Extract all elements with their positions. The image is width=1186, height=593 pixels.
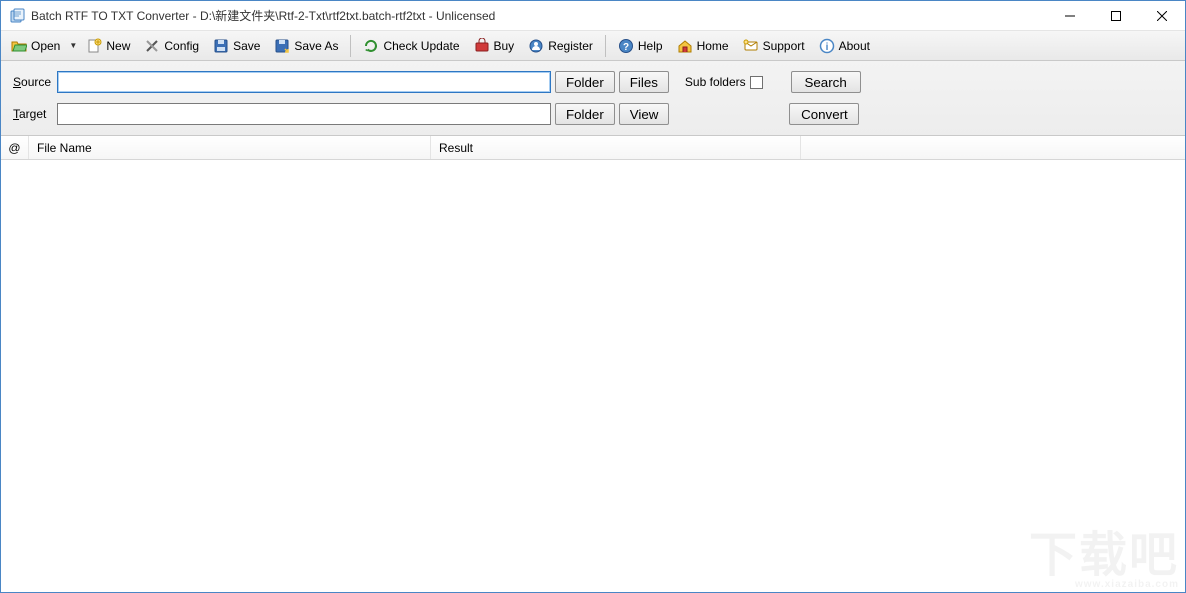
svg-text:?: ? bbox=[623, 42, 629, 53]
app-window: Batch RTF TO TXT Converter - D:\新建文件夹\Rt… bbox=[0, 0, 1186, 593]
open-label: Open bbox=[31, 39, 60, 53]
col-spacer bbox=[801, 136, 1185, 159]
title-bar: Batch RTF TO TXT Converter - D:\新建文件夹\Rt… bbox=[1, 1, 1185, 31]
target-label: Target bbox=[13, 107, 53, 121]
subfolders-label: Sub folders bbox=[685, 75, 746, 89]
config-button[interactable]: Config bbox=[138, 34, 205, 58]
config-label: Config bbox=[164, 39, 199, 53]
new-file-icon bbox=[86, 38, 102, 54]
about-icon: i bbox=[819, 38, 835, 54]
save-button[interactable]: Save bbox=[207, 34, 266, 58]
app-icon bbox=[9, 8, 25, 24]
form-area: Source Folder Files Sub folders Search T… bbox=[1, 61, 1185, 136]
buy-button[interactable]: Buy bbox=[468, 34, 521, 58]
convert-button[interactable]: Convert bbox=[789, 103, 859, 125]
home-label: Home bbox=[697, 39, 729, 53]
about-label: About bbox=[839, 39, 870, 53]
toolbar-separator bbox=[605, 35, 606, 57]
home-icon bbox=[677, 38, 693, 54]
source-folder-button[interactable]: Folder bbox=[555, 71, 615, 93]
save-icon bbox=[213, 38, 229, 54]
col-at[interactable]: @ bbox=[1, 136, 29, 159]
support-button[interactable]: Support bbox=[737, 34, 811, 58]
save-label: Save bbox=[233, 39, 260, 53]
search-button[interactable]: Search bbox=[791, 71, 861, 93]
svg-text:i: i bbox=[825, 42, 828, 53]
register-icon bbox=[528, 38, 544, 54]
source-input[interactable] bbox=[57, 71, 551, 93]
register-button[interactable]: Register bbox=[522, 34, 599, 58]
target-folder-button[interactable]: Folder bbox=[555, 103, 615, 125]
new-label: New bbox=[106, 39, 130, 53]
toolbar: Open ▼ New Config Save Save As bbox=[1, 31, 1185, 61]
buy-label: Buy bbox=[494, 39, 515, 53]
support-icon bbox=[743, 38, 759, 54]
open-folder-icon bbox=[11, 38, 27, 54]
open-dropdown[interactable]: ▼ bbox=[68, 34, 78, 58]
saveas-label: Save As bbox=[294, 39, 338, 53]
checkupdate-label: Check Update bbox=[383, 39, 459, 53]
update-icon bbox=[363, 38, 379, 54]
source-files-button[interactable]: Files bbox=[619, 71, 669, 93]
toolbar-separator bbox=[350, 35, 351, 57]
saveas-icon bbox=[274, 38, 290, 54]
source-label: Source bbox=[13, 75, 53, 89]
config-icon bbox=[144, 38, 160, 54]
col-result[interactable]: Result bbox=[431, 136, 801, 159]
open-button[interactable]: Open bbox=[5, 34, 66, 58]
window-title: Batch RTF TO TXT Converter - D:\新建文件夹\Rt… bbox=[31, 7, 495, 24]
register-label: Register bbox=[548, 39, 593, 53]
minimize-button[interactable] bbox=[1047, 1, 1093, 31]
close-button[interactable] bbox=[1139, 1, 1185, 31]
subfolders-checkbox[interactable] bbox=[750, 76, 763, 89]
home-button[interactable]: Home bbox=[671, 34, 735, 58]
target-row: Target Folder View Convert bbox=[13, 103, 1173, 125]
saveas-button[interactable]: Save As bbox=[268, 34, 344, 58]
col-filename[interactable]: File Name bbox=[29, 136, 431, 159]
target-input[interactable] bbox=[57, 103, 551, 125]
maximize-button[interactable] bbox=[1093, 1, 1139, 31]
help-button[interactable]: ? Help bbox=[612, 34, 669, 58]
buy-icon bbox=[474, 38, 490, 54]
support-label: Support bbox=[763, 39, 805, 53]
about-button[interactable]: i About bbox=[813, 34, 876, 58]
source-row: Source Folder Files Sub folders Search bbox=[13, 71, 1173, 93]
new-button[interactable]: New bbox=[80, 34, 136, 58]
target-view-button[interactable]: View bbox=[619, 103, 670, 125]
help-icon: ? bbox=[618, 38, 634, 54]
table-header: @ File Name Result bbox=[1, 136, 1185, 160]
help-label: Help bbox=[638, 39, 663, 53]
table-body bbox=[1, 160, 1185, 592]
checkupdate-button[interactable]: Check Update bbox=[357, 34, 465, 58]
